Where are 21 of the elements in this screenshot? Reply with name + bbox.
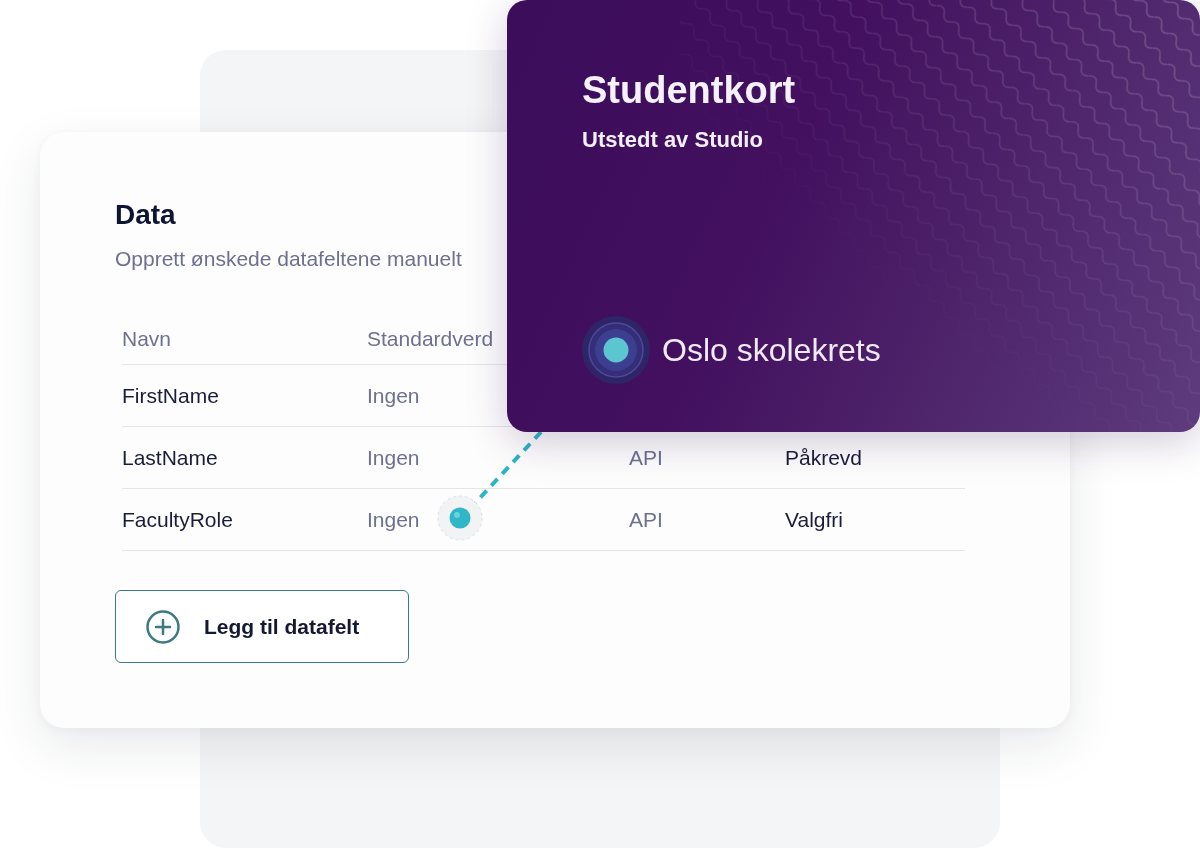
table-cell-text: API — [629, 444, 663, 471]
table-cell-text: Ingen — [367, 382, 420, 409]
panel-title: Data — [115, 198, 176, 232]
card-title: Studentkort — [582, 68, 797, 113]
add-field-button[interactable]: Legg til datafelt — [115, 590, 409, 663]
table-cell-text: FacultyRole — [122, 506, 233, 533]
table-cell-text: Ingen — [367, 444, 420, 471]
ring-dot-icon — [582, 316, 650, 384]
table-cell-text: LastName — [122, 444, 218, 471]
table-cell-text: Valgfri — [785, 506, 843, 533]
card-issuer: Utstedt av Studio — [582, 126, 764, 154]
dot-icon — [437, 495, 483, 541]
organization-name: Oslo skolekrets — [662, 331, 881, 370]
column-header: Navn — [122, 326, 172, 352]
table-cell-text: Påkrevd — [785, 444, 863, 471]
table-cell-text: FirstName — [122, 382, 219, 409]
table-cell-text: API — [629, 506, 663, 533]
plus-circle-icon — [146, 609, 180, 644]
table-cell-text: Ingen — [367, 506, 420, 533]
column-header: Standardverd — [367, 326, 494, 352]
panel-description: Opprett ønskede datafeltene manuelt — [115, 246, 462, 272]
